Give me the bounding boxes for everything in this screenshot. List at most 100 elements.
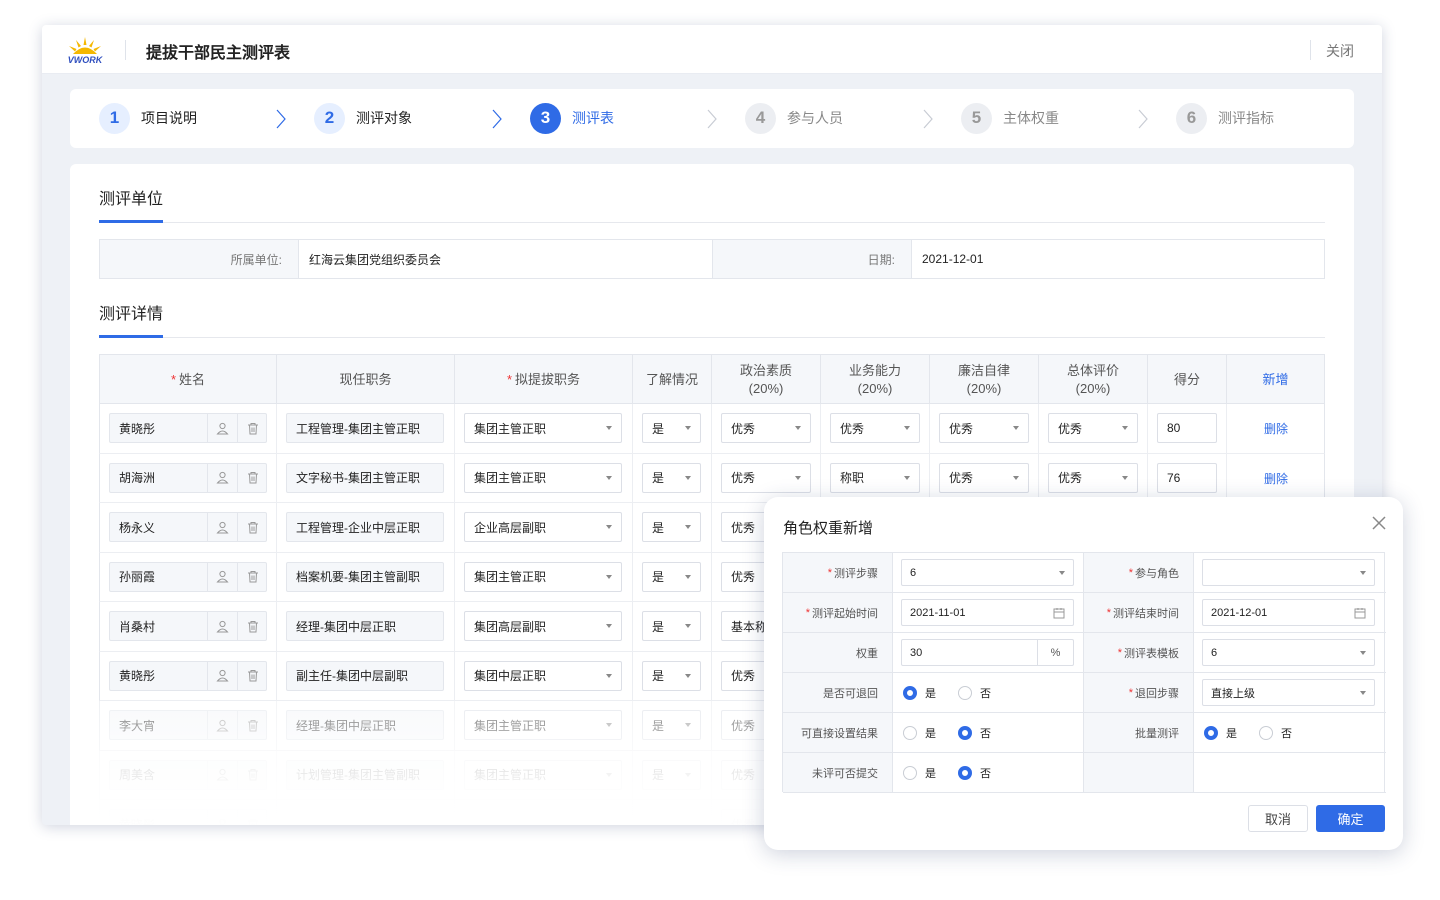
- name-field: 黄晓彤: [109, 660, 267, 691]
- col-integrity: 廉洁自律 (20%): [930, 355, 1039, 405]
- start-date-picker[interactable]: 2021-11-01: [901, 599, 1074, 626]
- user-select-icon[interactable]: [207, 760, 237, 789]
- label-text: 测评表模板: [1124, 647, 1179, 660]
- column-divider: [632, 602, 633, 651]
- dialog-form: * 测评步骤 6 * 参与角色 * 测评起始时间 2021-11-01 * 测评结束时间…: [782, 552, 1386, 793]
- column-divider: [454, 750, 455, 799]
- add-row-button[interactable]: 新增: [1227, 355, 1324, 405]
- returnable-cell: 是 否: [893, 673, 1084, 712]
- submit-unrated-yes[interactable]: 是: [903, 765, 936, 781]
- step-evaluation-form[interactable]: 3 测评表: [530, 102, 614, 134]
- returnable-yes[interactable]: 是: [903, 685, 936, 701]
- close-button[interactable]: 关闭: [1326, 41, 1354, 61]
- user-select-icon[interactable]: [207, 711, 237, 739]
- direct-result-yes[interactable]: 是: [903, 725, 936, 741]
- proposed-post-select[interactable]: 集团主管正职: [464, 561, 622, 592]
- proposed-post-select[interactable]: 集团主管正职: [464, 413, 622, 443]
- proposed-post-select[interactable]: 集团主管正职: [464, 759, 622, 790]
- cancel-button[interactable]: 取消: [1248, 805, 1308, 832]
- weight-input[interactable]: 30 %: [901, 639, 1074, 666]
- step-participants[interactable]: 4 参与人员: [745, 102, 843, 134]
- column-divider: [929, 404, 930, 453]
- proposed-post-select[interactable]: 集团高层副职: [464, 611, 622, 641]
- score-input[interactable]: 80: [1157, 413, 1217, 443]
- name-field: 杨永义: [109, 512, 267, 542]
- proposed-post-select[interactable]: 集团主管正职: [464, 710, 622, 740]
- delete-row-button[interactable]: 删除: [1264, 420, 1288, 437]
- user-select-icon[interactable]: [207, 661, 237, 690]
- delete-row-button[interactable]: 删除: [1264, 470, 1288, 487]
- user-select-icon[interactable]: [207, 463, 237, 492]
- return-step-select[interactable]: 直接上级: [1202, 679, 1375, 706]
- overall-select[interactable]: 优秀: [1048, 413, 1138, 443]
- template-cell: 6: [1194, 633, 1385, 672]
- step-evaluation-target[interactable]: 2 测评对象: [314, 102, 412, 134]
- integrity-select[interactable]: 优秀: [939, 413, 1029, 443]
- confirm-button[interactable]: 确定: [1316, 805, 1385, 832]
- trash-icon[interactable]: [237, 513, 267, 541]
- column-divider: [711, 552, 712, 601]
- ability-select[interactable]: 优秀: [830, 413, 920, 443]
- familiarity-select[interactable]: 是: [642, 413, 701, 443]
- radio[interactable]: [1259, 726, 1273, 740]
- familiarity-select[interactable]: 是: [642, 759, 701, 790]
- batch-no[interactable]: 否: [1259, 725, 1292, 741]
- trash-icon[interactable]: [237, 414, 267, 442]
- direct-result-no[interactable]: 否: [958, 725, 991, 741]
- trash-icon[interactable]: [237, 562, 267, 591]
- step-project-intro[interactable]: 1 项目说明: [99, 102, 197, 134]
- trash-icon[interactable]: [237, 612, 267, 640]
- familiarity-select[interactable]: 是: [642, 660, 701, 691]
- col-ability-weight: (20%): [857, 381, 893, 396]
- form-row: 是否可退回 是 否 * 退回步骤 直接上级: [783, 673, 1386, 713]
- user-select-icon[interactable]: [207, 414, 237, 442]
- political-select[interactable]: 优秀: [721, 462, 811, 493]
- form-row: 权重 30 % * 测评表模板 6: [783, 633, 1386, 673]
- integrity-select[interactable]: 优秀: [939, 462, 1029, 493]
- table-header: * 姓名 现任职务 * 拟提拔职务 了解情况 政治素质 (20%) 业务能力 (20%)…: [99, 354, 1325, 405]
- score-input[interactable]: 76: [1157, 462, 1217, 493]
- familiarity-select[interactable]: 是: [642, 561, 701, 592]
- radio[interactable]: [903, 766, 917, 780]
- template-select[interactable]: 6: [1202, 639, 1375, 666]
- trash-icon[interactable]: [237, 810, 267, 825]
- radio-checked[interactable]: [958, 766, 972, 780]
- proposed-post-select[interactable]: 集团主管正职: [464, 462, 622, 493]
- overall-select[interactable]: 优秀: [1048, 462, 1138, 493]
- step-evaluation-indicators[interactable]: 6 测评指标: [1176, 102, 1274, 134]
- political-select[interactable]: 优秀: [721, 413, 811, 443]
- step-subject-weight[interactable]: 5 主体权重: [961, 102, 1059, 134]
- current-post-field: 经理-集团中层正职: [286, 611, 444, 641]
- trash-icon[interactable]: [237, 711, 267, 739]
- trash-icon[interactable]: [237, 760, 267, 789]
- familiarity-select[interactable]: 是: [642, 710, 701, 740]
- batch-yes[interactable]: 是: [1204, 725, 1237, 741]
- radio[interactable]: [903, 726, 917, 740]
- end-date-picker[interactable]: 2021-12-01: [1202, 599, 1375, 626]
- proposed-post-select[interactable]: 集团中层正职: [464, 660, 622, 691]
- familiarity-select[interactable]: 是: [642, 611, 701, 641]
- familiarity-select[interactable]: 是: [642, 512, 701, 542]
- step-select[interactable]: 6: [901, 559, 1074, 586]
- radio[interactable]: [958, 686, 972, 700]
- user-select-icon[interactable]: [207, 612, 237, 640]
- label-text: 测评步骤: [834, 567, 878, 580]
- role-select[interactable]: [1202, 559, 1375, 586]
- option-label: 是: [925, 728, 936, 740]
- radio-checked[interactable]: [958, 726, 972, 740]
- radio-checked[interactable]: [903, 686, 917, 700]
- proposed-post-select[interactable]: 企业高层副职: [464, 512, 622, 542]
- user-select-icon[interactable]: [207, 513, 237, 541]
- submit-unrated-no[interactable]: 否: [958, 765, 991, 781]
- ability-select[interactable]: 称职: [830, 462, 920, 493]
- radio-checked[interactable]: [1204, 726, 1218, 740]
- start-date-value: 2021-11-01: [910, 606, 966, 619]
- close-icon[interactable]: [1371, 515, 1387, 531]
- user-select-icon[interactable]: [207, 810, 237, 825]
- returnable-no[interactable]: 否: [958, 685, 991, 701]
- option-label: 是: [925, 768, 936, 780]
- trash-icon[interactable]: [237, 463, 267, 492]
- trash-icon[interactable]: [237, 661, 267, 690]
- familiarity-select[interactable]: 是: [642, 462, 701, 493]
- user-select-icon[interactable]: [207, 562, 237, 591]
